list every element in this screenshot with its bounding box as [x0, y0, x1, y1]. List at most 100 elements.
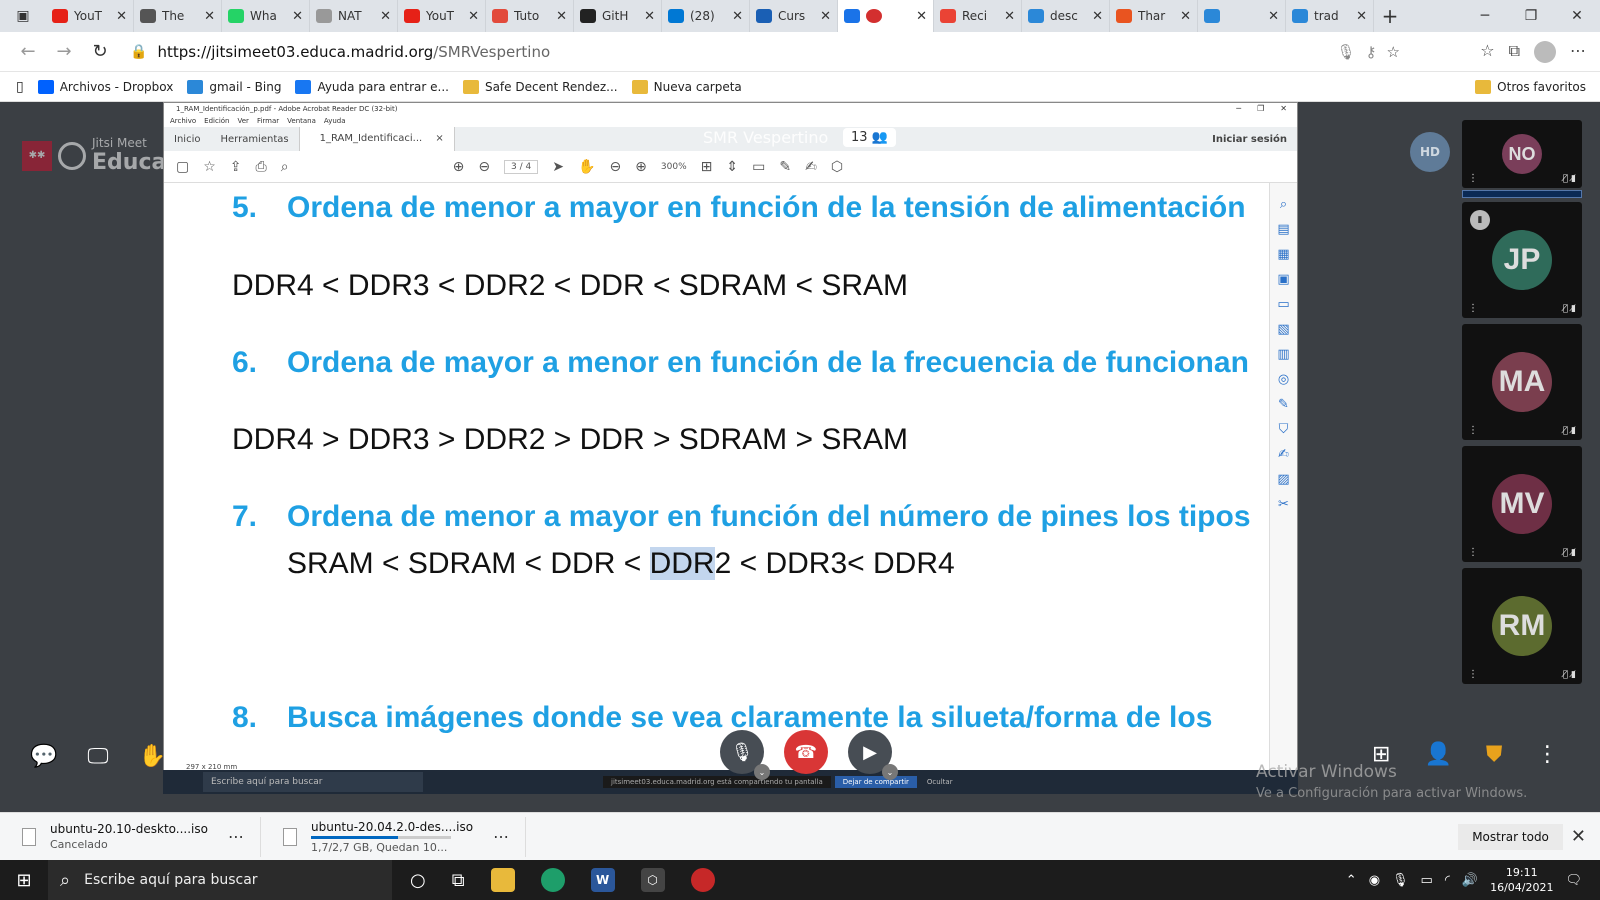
- participant-tile[interactable]: NO 🎙̸ ▮̸ ⋮: [1462, 120, 1582, 188]
- camera-toggle-button[interactable]: ▶ ⌄: [848, 730, 898, 780]
- microphone-icon[interactable]: 🎙: [1337, 43, 1356, 61]
- browser-tab[interactable]: NAT ✕: [310, 0, 398, 32]
- participant-tile[interactable]: MA 🎙̸ ▮̸ ⋮: [1462, 324, 1582, 440]
- close-tab-icon[interactable]: ✕: [644, 9, 655, 24]
- task-view-icon[interactable]: ⧉: [452, 870, 465, 891]
- other-favorites[interactable]: Otros favoritos: [1475, 79, 1586, 94]
- browser-tab[interactable]: YouT ✕: [398, 0, 486, 32]
- tile-menu-icon[interactable]: ⋮: [1468, 669, 1478, 680]
- participant-tile[interactable]: MV 🎙̸ ▮̸ ⋮: [1462, 446, 1582, 562]
- browser-tab[interactable]: The ✕: [134, 0, 222, 32]
- tile-menu-icon[interactable]: ⋮: [1468, 173, 1478, 184]
- download-item[interactable]: ubuntu-20.04.2.0-des....iso 1,7/2,7 GB, Q…: [261, 816, 527, 857]
- notifications-icon[interactable]: 🗨: [1565, 873, 1582, 888]
- hangup-button[interactable]: ☎: [784, 730, 828, 774]
- reading-list-icon[interactable]: ▯: [16, 79, 24, 95]
- bookmark-item[interactable]: Safe Decent Rendez...: [462, 79, 618, 94]
- profile-avatar[interactable]: [1534, 40, 1556, 63]
- tile-menu-icon[interactable]: ⋮: [1468, 547, 1478, 558]
- close-tab-icon[interactable]: ✕: [1004, 9, 1015, 24]
- browser-tab[interactable]: trad ✕: [1286, 0, 1374, 32]
- close-downloads-icon[interactable]: ✕: [1571, 826, 1586, 847]
- bookmark-item[interactable]: Nueva carpeta: [631, 79, 742, 94]
- browser-tab[interactable]: desc ✕: [1022, 0, 1110, 32]
- more-actions-icon[interactable]: ⋮: [1536, 742, 1558, 767]
- security-shield-icon[interactable]: ⛊: [1486, 742, 1503, 767]
- download-more-icon[interactable]: ⋯: [228, 827, 244, 846]
- key-icon[interactable]: ⚷: [1366, 43, 1377, 61]
- edge-icon[interactable]: [540, 868, 565, 892]
- raise-hand-icon[interactable]: ✋: [139, 744, 166, 769]
- browser-tab[interactable]: YouT ✕: [46, 0, 134, 32]
- browser-tab[interactable]: ✕: [838, 0, 934, 32]
- close-tab-icon[interactable]: ✕: [468, 9, 479, 24]
- self-avatar[interactable]: HD: [1410, 132, 1450, 172]
- browser-tab[interactable]: Thar ✕: [1110, 0, 1198, 32]
- participant-count[interactable]: 13 👥: [843, 128, 896, 147]
- screen-recorder-icon[interactable]: [690, 868, 715, 892]
- browser-tab[interactable]: ✕: [1198, 0, 1286, 32]
- url-field[interactable]: 🔒 https://jitsimeet03.educa.madrid.org/S…: [130, 37, 1410, 67]
- clock[interactable]: 19:11 16/04/2021: [1490, 865, 1553, 895]
- browser-tab[interactable]: (28) ✕: [662, 0, 750, 32]
- wifi-icon[interactable]: ◜: [1445, 873, 1450, 888]
- close-tab-icon[interactable]: ✕: [292, 9, 303, 24]
- close-tab-icon[interactable]: ✕: [204, 9, 215, 24]
- more-menu-icon[interactable]: ⋯: [1570, 41, 1586, 63]
- windows-start-icon[interactable]: ⊞: [0, 870, 48, 891]
- word-icon[interactable]: W: [590, 868, 615, 892]
- collections-icon[interactable]: ⧉: [1509, 41, 1520, 63]
- invite-people-icon[interactable]: 👤: [1424, 742, 1451, 767]
- chat-icon[interactable]: 💬: [30, 744, 57, 769]
- camera-options-chevron-icon[interactable]: ⌄: [882, 764, 898, 780]
- browser-tab[interactable]: Reci ✕: [934, 0, 1022, 32]
- close-tab-icon[interactable]: ✕: [1356, 9, 1367, 24]
- mute-microphone-button[interactable]: 🎙 ⌄: [720, 730, 770, 780]
- tile-menu-icon[interactable]: ⋮: [1468, 303, 1478, 314]
- download-item[interactable]: ubuntu-20.10-deskto....iso Cancelado ⋯: [0, 816, 261, 857]
- browser-tab[interactable]: Tuto ✕: [486, 0, 574, 32]
- close-window-button[interactable]: ✕: [1554, 8, 1600, 24]
- display-icon[interactable]: ▭: [1421, 873, 1433, 888]
- bookmark-item[interactable]: Archivos - Dropbox: [37, 79, 173, 94]
- question-7-text: Ordena de menor a mayor en función del n…: [287, 500, 1251, 533]
- cortana-icon[interactable]: ○: [410, 870, 426, 891]
- close-tab-icon[interactable]: ✕: [116, 9, 127, 24]
- forward-button[interactable]: →: [46, 41, 82, 62]
- close-tab-icon[interactable]: ✕: [1268, 9, 1279, 24]
- close-tab-icon[interactable]: ✕: [1180, 9, 1191, 24]
- close-tab-icon[interactable]: ✕: [732, 9, 743, 24]
- participant-tile[interactable]: RM 🎙̸ ▮̸ ⋮: [1462, 568, 1582, 684]
- close-tab-icon[interactable]: ✕: [380, 9, 391, 24]
- browser-tab[interactable]: GitH ✕: [574, 0, 662, 32]
- show-hidden-icons-icon[interactable]: ⌃: [1346, 873, 1357, 888]
- browser-tab[interactable]: Wha ✕: [222, 0, 310, 32]
- add-favorite-icon[interactable]: ☆: [1387, 43, 1400, 61]
- new-tab-button[interactable]: +: [1374, 4, 1406, 28]
- screen-share-icon[interactable]: 🖵: [87, 744, 108, 769]
- close-tab-icon[interactable]: ✕: [916, 9, 927, 24]
- minimize-button[interactable]: ─: [1462, 8, 1508, 24]
- tile-menu-icon[interactable]: ⋮: [1468, 425, 1478, 436]
- back-button[interactable]: ←: [10, 41, 46, 62]
- mic-options-chevron-icon[interactable]: ⌄: [754, 764, 770, 780]
- maximize-button[interactable]: ❐: [1508, 8, 1554, 24]
- file-explorer-icon[interactable]: [490, 868, 515, 892]
- microphone-tray-icon[interactable]: 🎙: [1392, 873, 1409, 888]
- participant-tile[interactable]: JP 🎙̸ ▮̸ ⋮ ▮: [1462, 202, 1582, 318]
- bookmark-item[interactable]: Ayuda para entrar e...: [295, 79, 449, 94]
- tab-actions-icon[interactable]: ▣: [0, 0, 46, 32]
- taskbar-search[interactable]: ⌕ Escribe aquí para buscar: [48, 860, 392, 900]
- close-tab-icon[interactable]: ✕: [556, 9, 567, 24]
- volume-icon[interactable]: 🔊: [1462, 873, 1478, 888]
- close-tab-icon[interactable]: ✕: [1092, 9, 1103, 24]
- reload-button[interactable]: ↻: [82, 41, 118, 62]
- webcam-icon[interactable]: ◉: [1369, 873, 1380, 888]
- browser-tab[interactable]: Curs ✕: [750, 0, 838, 32]
- virtualbox-icon[interactable]: ⬡: [640, 868, 665, 892]
- bookmark-item[interactable]: gmail - Bing: [187, 79, 281, 94]
- download-more-icon[interactable]: ⋯: [493, 827, 509, 846]
- favorites-icon[interactable]: ☆: [1480, 41, 1494, 63]
- show-all-downloads-button[interactable]: Mostrar todo: [1458, 823, 1563, 850]
- close-tab-icon[interactable]: ✕: [820, 9, 831, 24]
